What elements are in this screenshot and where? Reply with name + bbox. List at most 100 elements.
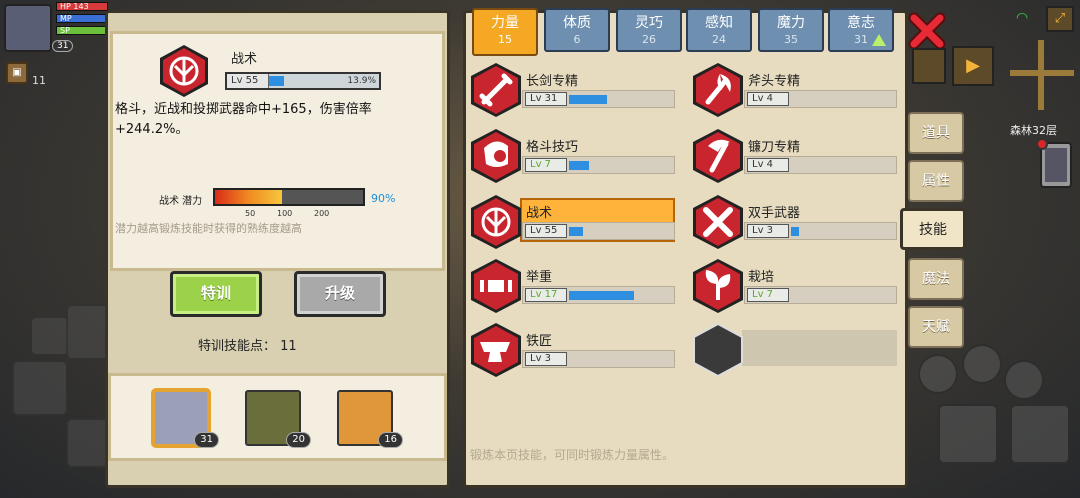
- dpad-left-button[interactable]: [12, 360, 68, 416]
- menu-magic[interactable]: 魔法: [908, 258, 964, 300]
- party-member-level: 31: [194, 432, 219, 448]
- training-points: 特训技能点： 11: [198, 339, 297, 354]
- skill-level-bar: Lv 3: [522, 350, 675, 368]
- sword-icon: [471, 63, 521, 117]
- empty-slot-icon: [693, 322, 743, 378]
- hourglass-icon[interactable]: [1004, 360, 1044, 400]
- player-avatar[interactable]: [4, 4, 52, 52]
- page-hint: 锻炼本页技能，可同时锻炼力量属性。: [470, 448, 675, 462]
- tactics-icon: [160, 45, 208, 97]
- plant-icon: [693, 259, 743, 313]
- anvil-icon: [471, 323, 521, 377]
- floor-label: 森林32层: [1010, 124, 1057, 137]
- skill-level: Lv 3: [747, 224, 789, 238]
- skill-progress-fill: [569, 227, 583, 236]
- skill-name: 栽培: [748, 270, 775, 285]
- skill-level: Lv 7: [747, 288, 789, 302]
- skill-level-bar: Lv 17: [522, 286, 675, 304]
- skill-progress-fill: [569, 161, 589, 170]
- skill-level-bar: Lv 4: [744, 90, 897, 108]
- skill-name: 战术: [231, 52, 258, 67]
- skill-level-bar: Lv 7: [744, 286, 897, 304]
- potential-fill: [215, 190, 282, 204]
- map-button[interactable]: [912, 48, 946, 84]
- skill-level-bar: Lv 4: [744, 156, 897, 174]
- dpad: [10, 300, 120, 470]
- potential-bar: [213, 188, 365, 206]
- close-icon[interactable]: [906, 10, 948, 52]
- skill-slot[interactable]: 栽培 Lv 7: [692, 258, 897, 314]
- search-icon[interactable]: [918, 354, 958, 394]
- skill-slot[interactable]: 战术 Lv 55: [470, 194, 675, 250]
- player-level-badge: 31: [52, 40, 74, 52]
- potential-label: 战术 潜力: [159, 196, 203, 207]
- skill-slot[interactable]: 长剑专精 Lv 31: [470, 62, 675, 118]
- upgrade-arrow-icon: [872, 34, 886, 46]
- skill-slot[interactable]: 举重 Lv 17: [470, 258, 675, 314]
- tab-constitution[interactable]: 体质 6: [544, 8, 610, 52]
- skill-name: 斧头专精: [748, 74, 801, 89]
- skill-level-bar: Lv 7: [522, 156, 675, 174]
- skill-detail-card: 战术 Lv 55 13.9% 格斗，近战和投掷武器命中+165，伤害倍率+244…: [110, 31, 445, 271]
- tab-will[interactable]: 意志 31: [828, 8, 894, 52]
- party-member-level: 16: [378, 432, 403, 448]
- play-icon[interactable]: ▶: [952, 46, 994, 86]
- skill-progress-fill: [269, 76, 284, 86]
- menu-attributes[interactable]: 属性: [908, 160, 964, 202]
- skill-level: Lv 3: [525, 352, 567, 366]
- twohand-icon: [693, 195, 743, 249]
- weight-icon: [471, 259, 521, 313]
- minimap-path: [1010, 70, 1074, 76]
- skill-name: 举重: [526, 270, 553, 285]
- skill-level-bar: Lv 3: [744, 222, 897, 240]
- bag-icon[interactable]: ▣: [6, 62, 28, 84]
- skill-progress-fill: [791, 227, 799, 236]
- upgrade-button[interactable]: 升级: [294, 271, 386, 317]
- skill-level: Lv 31: [525, 92, 567, 106]
- menu-talents[interactable]: 天赋: [908, 306, 964, 348]
- expand-icon[interactable]: ⤢: [1046, 6, 1074, 32]
- train-button[interactable]: 特训: [170, 271, 262, 317]
- dpad-corner: [30, 316, 70, 356]
- game-screen: HP 143 MP SP 31 ▣ 11 战术 Lv 55 13.9% 格斗，近…: [0, 0, 1080, 498]
- player-hud: HP 143 MP SP 31 ▣ 11: [0, 0, 110, 90]
- menu-items[interactable]: 道具: [908, 112, 964, 154]
- party-member-2[interactable]: 20: [245, 390, 311, 448]
- tick-label: 50: [245, 209, 256, 218]
- skill-name: 格斗技巧: [526, 140, 579, 155]
- swap-icon[interactable]: [962, 344, 1002, 384]
- sword-attack-icon[interactable]: [938, 404, 998, 464]
- party-bar: 31 20 16: [108, 373, 447, 461]
- potential-percent: 90%: [371, 192, 396, 205]
- bow-attack-icon[interactable]: [1010, 404, 1070, 464]
- skill-level: Lv 55: [227, 74, 269, 88]
- tab-perception[interactable]: 感知 24: [686, 8, 752, 52]
- axe-icon: [693, 63, 743, 117]
- tick-label: 100: [277, 209, 293, 218]
- skill-level: Lv 7: [525, 158, 567, 172]
- skill-slot[interactable]: 格斗技巧 Lv 7: [470, 128, 675, 184]
- phone-icon[interactable]: [1036, 138, 1072, 188]
- mp-bar: MP: [56, 14, 108, 23]
- tab-magic[interactable]: 魔力 35: [758, 8, 824, 52]
- fist-icon: [471, 129, 521, 183]
- skill-slot[interactable]: 斧头专精 Lv 4: [692, 62, 897, 118]
- hp-bar: HP 143: [56, 2, 108, 11]
- menu-skills[interactable]: 技能: [900, 208, 966, 250]
- skill-level-bar: Lv 31: [522, 90, 675, 108]
- skill-slot[interactable]: 铁匠 Lv 3: [470, 322, 675, 378]
- tactics-icon: [471, 195, 521, 249]
- skill-level: Lv 17: [525, 288, 567, 302]
- party-member-3[interactable]: 16: [337, 390, 403, 448]
- sp-bar: SP: [56, 26, 108, 35]
- skill-slot[interactable]: 镰刀专精 Lv 4: [692, 128, 897, 184]
- tab-dexterity[interactable]: 灵巧 26: [616, 8, 682, 52]
- skill-name: 双手武器: [748, 206, 801, 221]
- skill-level: Lv 55: [525, 224, 567, 238]
- skill-progress-text: 13.9%: [347, 76, 376, 86]
- skill-detail-panel: 战术 Lv 55 13.9% 格斗，近战和投掷武器命中+165，伤害倍率+244…: [105, 10, 450, 488]
- tab-strength[interactable]: 力量 15: [472, 8, 538, 56]
- skill-slot[interactable]: 双手武器 Lv 3: [692, 194, 897, 250]
- skill-level-bar: Lv 55: [522, 222, 675, 240]
- party-member-1[interactable]: 31: [153, 390, 219, 448]
